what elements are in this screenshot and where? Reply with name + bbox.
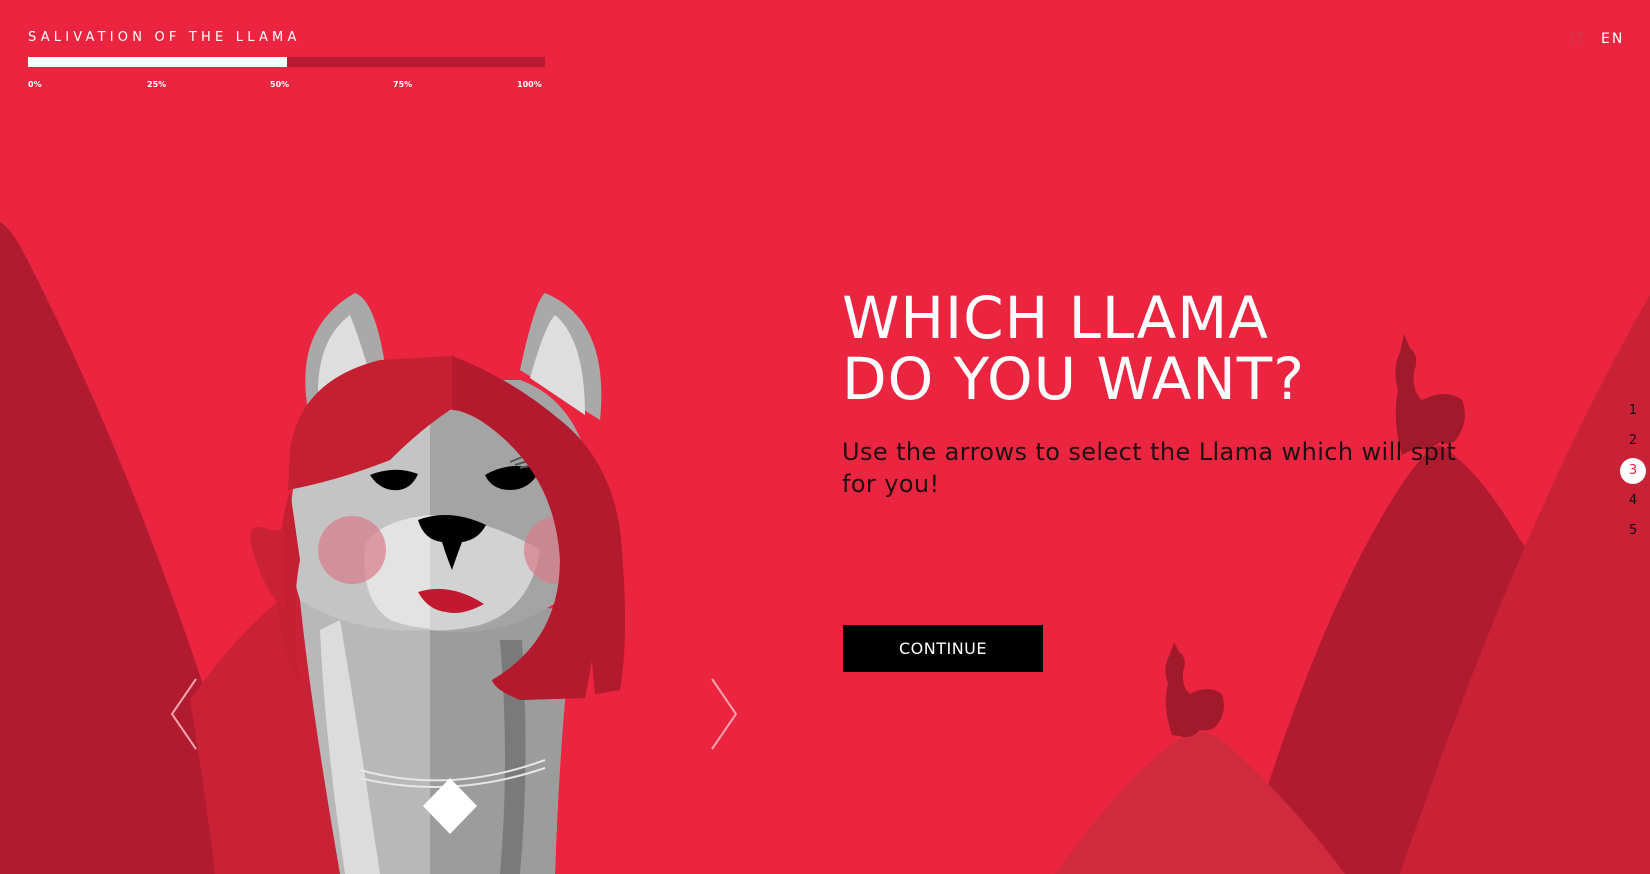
headline-line-1: WHICH LLAMA — [842, 284, 1269, 352]
progress-label-50: 50% — [270, 80, 290, 89]
header: SALIVATION OF THE LLAMA 0% 25% 50% 75% 1… — [28, 30, 545, 89]
page-title: WHICH LLAMA DO YOU WANT? — [842, 288, 1305, 410]
llama-illustration — [277, 293, 625, 874]
progress-label-0: 0% — [28, 80, 42, 89]
step-3[interactable]: 3 — [1620, 458, 1646, 484]
step-5[interactable]: 5 — [1620, 518, 1646, 544]
progress-label-100: 100% — [517, 80, 542, 89]
progress-label-75: 75% — [393, 80, 413, 89]
next-llama-button[interactable] — [706, 677, 740, 751]
progress-label-25: 25% — [147, 80, 167, 89]
llama-silhouette-small — [1165, 642, 1224, 738]
progress-labels: 0% 25% 50% 75% 100% — [28, 80, 545, 94]
language-en-link[interactable]: EN — [1601, 31, 1624, 47]
continue-button[interactable]: CONTINUE — [843, 625, 1043, 672]
step-4[interactable]: 4 — [1620, 488, 1646, 514]
step-1[interactable]: 1 — [1620, 398, 1646, 424]
chevron-right-icon — [711, 678, 738, 750]
progress-bar — [28, 57, 545, 67]
step-2[interactable]: 2 — [1620, 428, 1646, 454]
chevron-left-icon — [170, 678, 197, 750]
language-it-link[interactable]: IT — [1570, 31, 1587, 47]
progress-fill — [28, 57, 287, 67]
llama-silhouette-behind — [250, 526, 285, 610]
instructions-text: Use the arrows to select the Llama which… — [842, 438, 1457, 498]
site-title[interactable]: SALIVATION OF THE LLAMA — [28, 30, 301, 45]
headline-line-2: DO YOU WANT? — [842, 345, 1306, 413]
previous-llama-button[interactable] — [168, 677, 202, 751]
